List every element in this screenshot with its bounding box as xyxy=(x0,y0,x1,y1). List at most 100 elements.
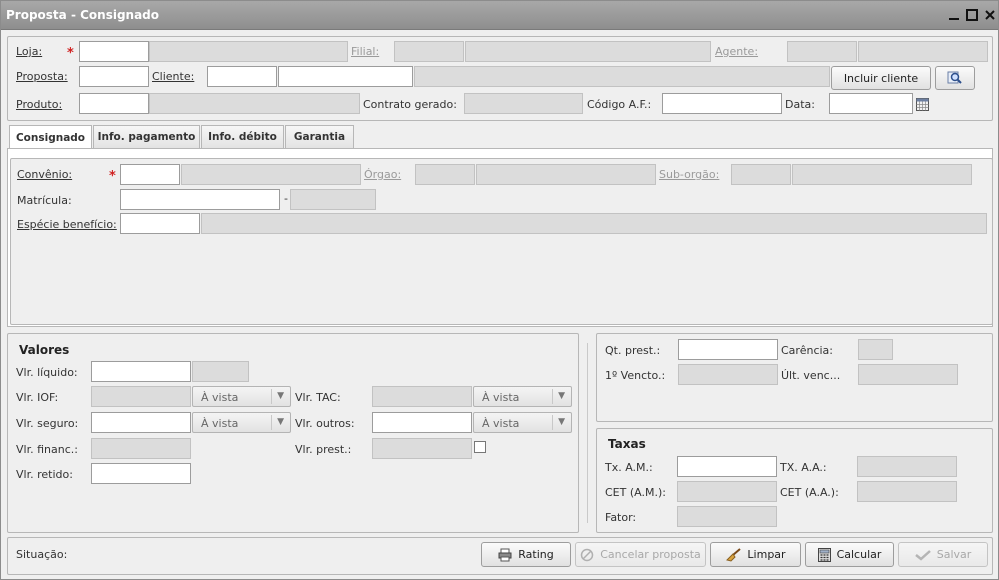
vlr-liquido-input[interactable] xyxy=(91,361,191,382)
fator-label: Fator: xyxy=(605,511,637,524)
calendar-icon[interactable] xyxy=(916,98,929,111)
maximize-icon[interactable] xyxy=(965,8,979,22)
taxas-title: Taxas xyxy=(608,437,646,451)
convenio-input[interactable] xyxy=(120,164,180,185)
tx-am-label: Tx. A.M.: xyxy=(605,461,653,474)
orgao-code-field xyxy=(415,164,475,185)
window-title: Proposta - Consignado xyxy=(6,8,160,22)
agente-name-field xyxy=(858,41,988,62)
tx-aa-field xyxy=(857,456,957,477)
search-icon xyxy=(947,71,962,84)
matricula-input[interactable] xyxy=(120,189,280,210)
contrato-label: Contrato gerado: xyxy=(363,98,457,111)
vlr-outros-input[interactable] xyxy=(372,412,472,433)
required-mark: * xyxy=(109,169,116,184)
agente-code-field xyxy=(787,41,857,62)
vlr-prest-checkbox[interactable] xyxy=(474,441,486,453)
limpar-button-label: Limpar xyxy=(747,548,786,561)
codigo-af-input[interactable] xyxy=(662,93,782,114)
qt-prest-input[interactable] xyxy=(678,339,778,360)
tac-payment-value: À vista xyxy=(482,391,520,404)
tab-info-debito[interactable]: Info. débito xyxy=(201,125,284,148)
tab-info-debito-label: Info. débito xyxy=(208,131,277,143)
incluir-cliente-button[interactable]: Incluir cliente xyxy=(831,66,931,90)
qt-prest-label: Qt. prest.: xyxy=(605,344,661,357)
cliente-doc-input[interactable] xyxy=(278,66,413,87)
especie-input[interactable] xyxy=(120,213,200,234)
especie-name-field xyxy=(201,213,987,234)
cet-aa-label: CET (A.A.): xyxy=(780,486,839,499)
filial-name-field xyxy=(465,41,711,62)
tac-payment-select[interactable]: À vista ▼ xyxy=(473,386,572,407)
situacao-label: Situação: xyxy=(16,548,68,561)
proposta-window: Proposta - Consignado Loja: * Filial: Ag… xyxy=(0,0,999,580)
produto-label: Produto: xyxy=(16,98,63,111)
vlr-seguro-label: Vlr. seguro: xyxy=(16,417,79,430)
search-cliente-button[interactable] xyxy=(935,66,975,90)
vlr-financ-label: Vlr. financ.: xyxy=(16,443,78,456)
contrato-field xyxy=(464,93,583,114)
matricula-separator: - xyxy=(284,192,288,205)
seguro-payment-value: À vista xyxy=(201,417,239,430)
chevron-down-icon: ▼ xyxy=(558,391,565,401)
limpar-button[interactable]: Limpar xyxy=(710,542,801,567)
section-divider xyxy=(587,343,588,523)
outros-payment-value: À vista xyxy=(482,417,520,430)
carencia-label: Carência: xyxy=(781,344,833,357)
suborgao-name-field xyxy=(792,164,972,185)
title-bar: Proposta - Consignado xyxy=(1,1,998,30)
cet-aa-field xyxy=(857,481,957,502)
vlr-iof-label: Vlr. IOF: xyxy=(16,391,59,404)
tab-garantia[interactable]: Garantia xyxy=(285,125,354,148)
tx-am-input[interactable] xyxy=(677,456,777,477)
required-mark: * xyxy=(67,46,74,61)
especie-label: Espécie benefício: xyxy=(17,218,117,231)
chevron-down-icon: ▼ xyxy=(277,391,284,401)
rating-button[interactable]: Rating xyxy=(481,542,571,567)
vlr-tac-label: Vlr. TAC: xyxy=(295,391,341,404)
tab-garantia-label: Garantia xyxy=(293,131,346,143)
suborgao-label: Sub-orgão: xyxy=(659,168,720,181)
vlr-financ-field xyxy=(91,438,191,459)
tab-info-pagamento-label: Info. pagamento xyxy=(97,131,196,143)
iof-payment-select[interactable]: À vista ▼ xyxy=(192,386,291,407)
agente-label: Agente: xyxy=(715,45,759,58)
tab-consignado[interactable]: Consignado xyxy=(9,125,92,149)
tab-info-pagamento[interactable]: Info. pagamento xyxy=(93,125,200,148)
convenio-label: Convênio: xyxy=(17,168,73,181)
cancelar-proposta-button[interactable]: Cancelar proposta xyxy=(575,542,706,567)
produto-input[interactable] xyxy=(79,93,149,114)
ult-venc-label: Últ. venc... xyxy=(781,369,841,382)
valores-title: Valores xyxy=(19,343,70,357)
orgao-label: Órgao: xyxy=(364,168,402,181)
check-icon xyxy=(914,549,931,561)
ult-venc-field xyxy=(858,364,958,385)
cliente-code-input[interactable] xyxy=(207,66,277,87)
loja-input[interactable] xyxy=(79,41,149,62)
filial-label: Filial: xyxy=(351,45,380,58)
outros-payment-select[interactable]: À vista ▼ xyxy=(473,412,572,433)
calculator-icon xyxy=(817,547,831,562)
calcular-button[interactable]: Calcular xyxy=(805,542,894,567)
vlr-prest-label: Vlr. prest.: xyxy=(295,443,352,456)
data-label: Data: xyxy=(785,98,815,111)
salvar-button[interactable]: Salvar xyxy=(898,542,988,567)
proposta-input[interactable] xyxy=(79,66,149,87)
filial-code-field xyxy=(394,41,464,62)
cliente-label: Cliente: xyxy=(152,70,195,83)
chevron-down-icon: ▼ xyxy=(277,417,284,427)
vlr-retido-input[interactable] xyxy=(91,463,191,484)
produto-name-field xyxy=(149,93,360,114)
tab-consignado-label: Consignado xyxy=(15,131,86,144)
vlr-tac-field xyxy=(372,386,472,407)
data-input[interactable] xyxy=(829,93,913,114)
seguro-payment-select[interactable]: À vista ▼ xyxy=(192,412,291,433)
matricula-label: Matrícula: xyxy=(17,194,72,207)
vlr-iof-field xyxy=(91,386,191,407)
vlr-prest-field xyxy=(372,438,472,459)
matricula-digit-field xyxy=(290,189,376,210)
close-icon[interactable] xyxy=(983,8,997,22)
minimize-icon[interactable] xyxy=(947,8,961,22)
fator-field xyxy=(677,506,777,527)
vlr-seguro-input[interactable] xyxy=(91,412,191,433)
